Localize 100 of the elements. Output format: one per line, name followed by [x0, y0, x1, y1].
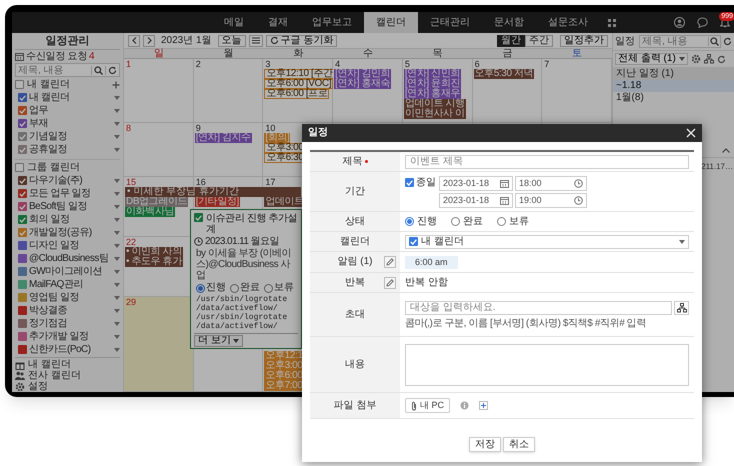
- event-bar[interactable]: 업데이트: [264, 197, 305, 207]
- caret-icon[interactable]: [114, 108, 120, 112]
- org-chart-icon[interactable]: [704, 54, 714, 64]
- view-tab[interactable]: 월간: [497, 34, 525, 46]
- checkbox[interactable]: [18, 319, 27, 328]
- today-button[interactable]: 오늘: [218, 34, 246, 46]
- checkbox[interactable]: [18, 306, 27, 315]
- calendar-item[interactable]: 기념일정: [29, 132, 112, 142]
- nav-tab[interactable]: 문서함: [482, 12, 536, 33]
- calendar-item[interactable]: 공휴일정: [29, 144, 112, 154]
- list-view-button[interactable]: [248, 34, 263, 46]
- search-field[interactable]: 제목, 내용: [16, 62, 91, 78]
- calendar-item[interactable]: 신한카드(PoC): [29, 344, 112, 354]
- checkbox[interactable]: [18, 345, 27, 354]
- schedule-row[interactable]: 1월(8): [613, 92, 734, 104]
- checkbox[interactable]: [194, 213, 203, 222]
- search-icon[interactable]: [710, 37, 719, 46]
- caret-icon[interactable]: [114, 270, 120, 274]
- event-bar[interactable]: • 미세한 부장님 휴가기간: [125, 187, 301, 197]
- event-bar[interactable]: 오후6:00 [VOC]: [264, 79, 334, 89]
- caret-icon[interactable]: [114, 96, 120, 100]
- dialog-button[interactable]: 저장: [469, 437, 501, 452]
- radio-button[interactable]: [196, 284, 205, 292]
- checkbox[interactable]: [15, 163, 24, 172]
- caret-icon[interactable]: [114, 218, 120, 222]
- edit-icon[interactable]: [384, 256, 396, 268]
- plus-box-icon[interactable]: [479, 401, 488, 410]
- checkbox[interactable]: [18, 106, 27, 115]
- title-field[interactable]: 이벤트 제목: [405, 154, 689, 168]
- event-bar[interactable]: • 추도우 휴가: [125, 257, 183, 267]
- calendar-icon[interactable]: [500, 178, 509, 188]
- checkbox[interactable]: [18, 189, 27, 198]
- caret-icon[interactable]: [114, 308, 120, 312]
- calendar-item[interactable]: @CloudBusiness팀: [29, 254, 112, 264]
- close-icon[interactable]: [686, 128, 696, 138]
- nav-tab[interactable]: 업무보고: [300, 12, 364, 33]
- event-bar[interactable]: 이민현사사 이: [404, 109, 466, 119]
- apps-grid-icon[interactable]: [608, 18, 616, 26]
- checkbox[interactable]: [15, 80, 24, 89]
- caret-icon[interactable]: [114, 148, 120, 152]
- footer-link[interactable]: 내 캘린더: [28, 360, 71, 370]
- checkbox[interactable]: [18, 145, 27, 154]
- calendar-item[interactable]: 추가개발 일정: [29, 332, 112, 342]
- radio-button[interactable]: [451, 217, 460, 226]
- caret-icon[interactable]: [114, 348, 120, 352]
- upload-button[interactable]: 내 PC: [405, 398, 450, 413]
- dialog-button[interactable]: 취소: [503, 437, 535, 452]
- add-event-button[interactable]: 일정추가: [560, 34, 608, 46]
- caret-icon[interactable]: [114, 256, 120, 260]
- more-button[interactable]: 더 보기: [194, 335, 243, 347]
- calendar-item[interactable]: 모든 업무 일정: [29, 188, 112, 198]
- refresh-icon[interactable]: [108, 66, 117, 74]
- checkbox[interactable]: [18, 293, 27, 302]
- invite-field[interactable]: 대상을 입력하세요.: [405, 300, 672, 314]
- event-bar[interactable]: [연차] 홍재우: [404, 89, 461, 99]
- radio-button[interactable]: [497, 217, 506, 226]
- event-bar[interactable]: [연차] 윤희진: [404, 79, 461, 89]
- radio-button[interactable]: [230, 284, 239, 292]
- request-label[interactable]: 수신일정 요청: [26, 52, 88, 62]
- schedule-row[interactable]: ~1.18: [613, 80, 734, 92]
- caret-icon[interactable]: [114, 230, 120, 234]
- settings-icon[interactable]: [690, 54, 701, 64]
- previous-button[interactable]: [128, 34, 140, 46]
- view-tab[interactable]: 주간: [525, 34, 553, 46]
- person-icon[interactable]: [674, 17, 685, 28]
- caret-icon[interactable]: [114, 296, 120, 300]
- event-bar[interactable]: [연차] 홍재숙: [334, 79, 392, 89]
- event-bar[interactable]: [연차] 김지수: [194, 133, 252, 143]
- calendar-icon[interactable]: [500, 196, 509, 204]
- calendar-item[interactable]: 회의 일정: [29, 214, 112, 224]
- event-bar[interactable]: 오후5:30 저녁: [474, 69, 534, 79]
- alarm-chip[interactable]: 6:00 am: [405, 256, 458, 268]
- chevron-up-icon[interactable]: [722, 148, 730, 153]
- checkbox[interactable]: [18, 228, 27, 237]
- search-box[interactable]: 제목, 내용: [15, 63, 120, 77]
- calendar-item[interactable]: 업무: [29, 106, 112, 116]
- calendar-item[interactable]: 정기점검: [29, 318, 112, 328]
- caret-icon[interactable]: [114, 178, 120, 182]
- caret-icon[interactable]: [114, 204, 120, 208]
- nav-tab[interactable]: 결재: [256, 12, 300, 33]
- checkbox[interactable]: [18, 132, 27, 141]
- caret-icon[interactable]: [114, 322, 120, 326]
- caret-icon[interactable]: [114, 334, 120, 338]
- search-icon[interactable]: [94, 66, 103, 74]
- checkbox[interactable]: [18, 267, 27, 276]
- checkbox[interactable]: [18, 241, 27, 250]
- checkbox[interactable]: [18, 93, 27, 102]
- org-chart-button[interactable]: [674, 300, 689, 314]
- caret-icon[interactable]: [114, 244, 120, 248]
- radio-button[interactable]: [405, 217, 414, 226]
- clock-icon[interactable]: [574, 196, 583, 204]
- footer-link[interactable]: 설정: [28, 382, 48, 392]
- sync-button[interactable]: 구글 동기화: [266, 34, 338, 46]
- event-bar[interactable]: 업데이트 시행: [404, 99, 466, 109]
- calendar-dropdown[interactable]: 내 캘린더: [405, 234, 689, 248]
- checkbox[interactable]: [18, 332, 27, 341]
- calendar-item[interactable]: 다우기술(주): [29, 176, 112, 186]
- calendar-item[interactable]: 영업팀 일정: [29, 292, 112, 302]
- caret-icon[interactable]: [114, 282, 120, 286]
- nav-tab[interactable]: 근태관리: [418, 12, 482, 33]
